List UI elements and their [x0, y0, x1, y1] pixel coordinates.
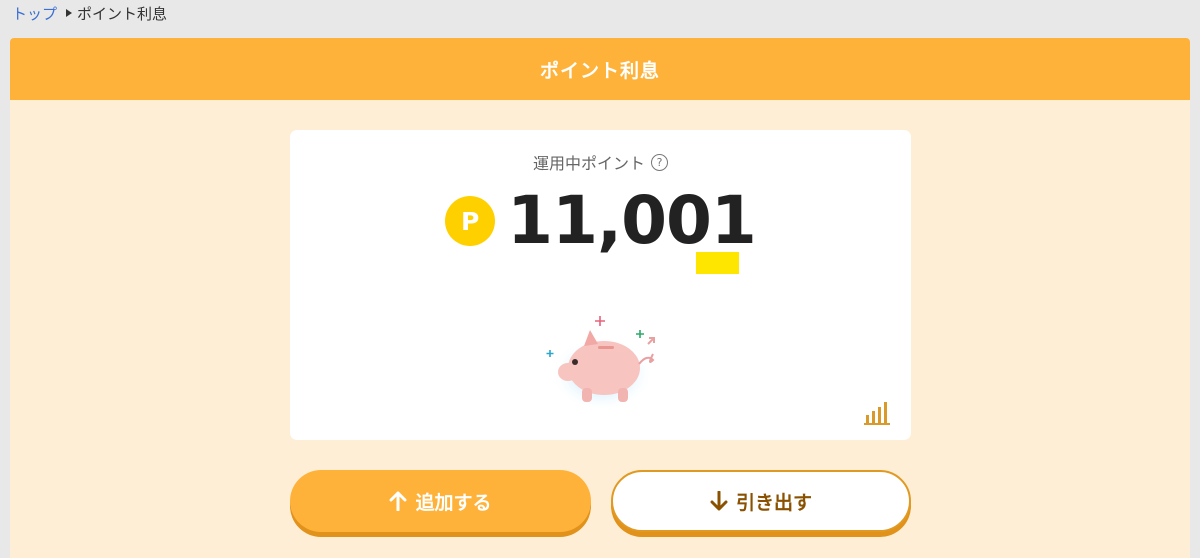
invested-points-label: 運用中ポイント — [532, 154, 645, 173]
breadcrumb: トップ ポイント利息 — [12, 2, 167, 24]
piggy-bank-icon — [546, 316, 655, 408]
invested-points-card: 運用中ポイント ? P 11,001 — [290, 130, 911, 440]
breadcrumb-current: ポイント利息 — [77, 4, 168, 23]
withdraw-points-button[interactable]: 引き出す — [611, 470, 911, 532]
withdraw-points-label: 引き出す — [735, 491, 812, 514]
add-points-label: 追加する — [415, 491, 492, 514]
point-coin-icon: P — [445, 196, 496, 246]
arrow-down-icon — [710, 491, 728, 511]
add-points-button[interactable]: 追加する — [290, 470, 591, 532]
points-interest-panel: ポイント利息 運用中ポイント ? P 11,001 追加する 引き出す — [10, 38, 1190, 558]
invested-points-label-row: 運用中ポイント ? — [290, 150, 911, 174]
breadcrumb-home-link[interactable]: トップ — [12, 3, 57, 24]
breadcrumb-separator-icon — [66, 9, 73, 17]
page-title: ポイント利息 — [539, 59, 660, 82]
points-value: 11,001 — [507, 182, 757, 259]
arrow-up-icon — [389, 491, 407, 511]
bar-chart-icon[interactable] — [863, 398, 891, 426]
highlight-marker — [696, 252, 739, 274]
points-row: P 11,001 — [290, 186, 911, 256]
help-icon[interactable]: ? — [651, 153, 668, 171]
panel-header: ポイント利息 — [10, 38, 1190, 100]
